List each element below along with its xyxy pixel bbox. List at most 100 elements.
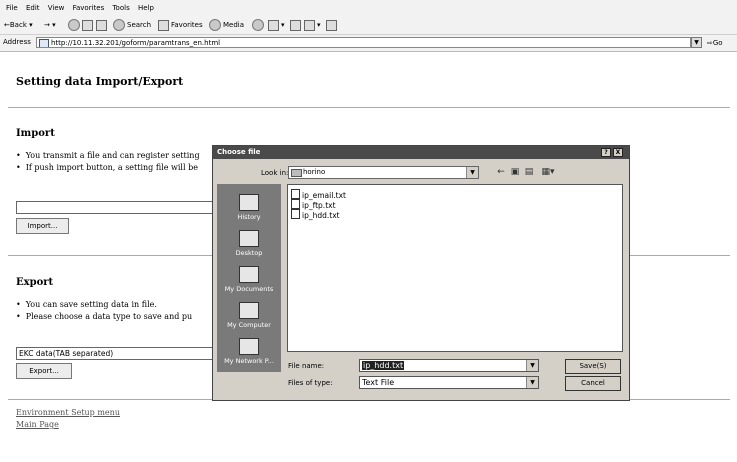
stop-button[interactable]: [68, 19, 82, 31]
view-menu-icon: ▦▾: [541, 167, 555, 177]
page-icon: [39, 39, 49, 47]
help-button[interactable]: ?: [601, 148, 611, 157]
close-button[interactable]: X: [613, 148, 623, 157]
look-in-value: horino: [303, 168, 326, 176]
favorites-icon: [158, 19, 169, 31]
edit-button[interactable]: ▾: [304, 19, 321, 31]
menu-tools[interactable]: Tools: [112, 0, 129, 16]
media-button[interactable]: Media: [209, 19, 244, 31]
file-name-label: File name:: [288, 362, 325, 370]
file-list: ip_email.txt ip_ftp.txt ip_hdd.txt: [287, 184, 623, 352]
menu-view[interactable]: View: [48, 0, 65, 16]
mail-button[interactable]: ▾: [268, 19, 285, 31]
close-icon: X: [615, 149, 621, 156]
home-icon: [96, 19, 107, 31]
back-button[interactable]: ←Back ▾: [4, 19, 33, 31]
address-input[interactable]: http://10.11.32.201/goform/paramtrans_en…: [36, 37, 691, 48]
history-button[interactable]: [252, 19, 266, 31]
import-bullets: You transmit a file and can register set…: [16, 150, 200, 174]
text-file-icon: [291, 189, 300, 199]
network-icon: [239, 338, 259, 355]
go-button[interactable]: ⇨Go: [707, 37, 723, 49]
history-icon: [239, 194, 259, 211]
address-url: http://10.11.32.201/goform/paramtrans_en…: [51, 39, 221, 47]
menu-file[interactable]: File: [6, 0, 18, 16]
export-bullets: You can save setting data in file. Pleas…: [16, 299, 192, 323]
import-bullet: You transmit a file and can register set…: [16, 150, 200, 162]
look-in-select[interactable]: horino ▼: [288, 166, 479, 179]
chevron-down-icon: ▼: [466, 167, 478, 178]
file-type-value: Text File: [362, 378, 395, 387]
save-button[interactable]: Save(S): [565, 359, 621, 374]
import-file-input[interactable]: [16, 201, 214, 214]
main-page-link[interactable]: Main Page: [16, 420, 59, 429]
file-item[interactable]: ip_hdd.txt: [291, 209, 340, 221]
search-icon: [113, 19, 125, 31]
forward-arrow-icon: → ▾: [44, 21, 56, 29]
favorites-button[interactable]: Favorites: [158, 19, 203, 31]
toolbar: ←Back ▾ → ▾ Search Favorites Media ▾ ▾: [0, 16, 737, 35]
file-name-value: ip_hdd.txt: [362, 361, 405, 370]
place-my-network[interactable]: My Network P...: [217, 338, 281, 365]
place-desktop[interactable]: Desktop: [217, 230, 281, 257]
look-in-label: Look in:: [261, 169, 289, 177]
cancel-button[interactable]: Cancel: [565, 376, 621, 391]
home-button[interactable]: [96, 19, 109, 31]
place-my-computer[interactable]: My Computer: [217, 302, 281, 329]
menu-help[interactable]: Help: [138, 0, 154, 16]
place-history[interactable]: History: [217, 194, 281, 221]
text-file-icon: [291, 209, 300, 219]
discuss-icon: [326, 19, 337, 31]
print-button[interactable]: [290, 19, 303, 31]
dialog-title-bar: Choose file ? X: [213, 146, 629, 159]
export-button[interactable]: Export...: [16, 363, 72, 379]
menu-edit[interactable]: Edit: [26, 0, 40, 16]
mail-icon: [268, 19, 279, 31]
page-title: Setting data Import/Export: [16, 75, 184, 88]
back-arrow-icon: ←: [497, 167, 505, 177]
up-folder-button[interactable]: ▣: [509, 166, 521, 178]
up-folder-icon: ▣: [510, 167, 520, 177]
chevron-down-icon: ▼: [694, 39, 699, 46]
file-type-label: Files of type:: [288, 379, 333, 387]
chevron-down-icon: ▼: [526, 377, 538, 388]
text-file-icon: [291, 199, 300, 209]
address-dropdown-button[interactable]: ▼: [691, 37, 702, 48]
edit-icon: [304, 19, 315, 31]
stop-icon: [68, 19, 80, 31]
environment-setup-link[interactable]: Environment Setup menu: [16, 408, 120, 417]
history-icon: [252, 19, 264, 31]
back-nav-button[interactable]: ←: [495, 166, 507, 178]
forward-button[interactable]: → ▾: [44, 19, 56, 31]
import-button[interactable]: Import...: [16, 218, 69, 234]
media-icon: [209, 19, 221, 31]
help-icon: ?: [604, 149, 608, 156]
choose-file-dialog: Choose file ? X Look in: horino ▼ ← ▣ ▤ …: [212, 145, 630, 401]
divider: [8, 107, 730, 108]
data-type-select[interactable]: EKC data(TAB separated): [16, 347, 214, 360]
place-my-documents[interactable]: My Documents: [217, 266, 281, 293]
folder-icon: [291, 169, 302, 177]
file-name-input[interactable]: ip_hdd.txt ▼: [359, 359, 539, 372]
export-bullet: You can save setting data in file.: [16, 299, 192, 311]
export-bullet: Please choose a data type to save and pu: [16, 311, 192, 323]
file-type-select[interactable]: Text File ▼: [359, 376, 539, 389]
search-button[interactable]: Search: [113, 19, 151, 31]
menu-bar: File Edit View Favorites Tools Help: [0, 0, 737, 16]
address-bar: Address http://10.11.32.201/goform/param…: [0, 35, 737, 52]
refresh-button[interactable]: [82, 19, 95, 31]
dialog-title: Choose file: [217, 148, 261, 156]
print-icon: [290, 19, 301, 31]
chevron-down-icon: ▼: [526, 360, 538, 371]
view-menu-button[interactable]: ▦▾: [539, 166, 557, 178]
discuss-button[interactable]: [326, 19, 339, 31]
menu-favorites[interactable]: Favorites: [73, 0, 105, 16]
refresh-icon: [82, 19, 93, 31]
documents-folder-icon: [239, 266, 259, 283]
import-heading: Import: [16, 128, 55, 139]
export-heading: Export: [16, 277, 54, 288]
address-label: Address: [3, 38, 31, 46]
places-bar: History Desktop My Documents My Computer…: [217, 184, 281, 372]
new-folder-button[interactable]: ▤: [523, 166, 535, 178]
new-folder-icon: ▤: [524, 167, 534, 177]
